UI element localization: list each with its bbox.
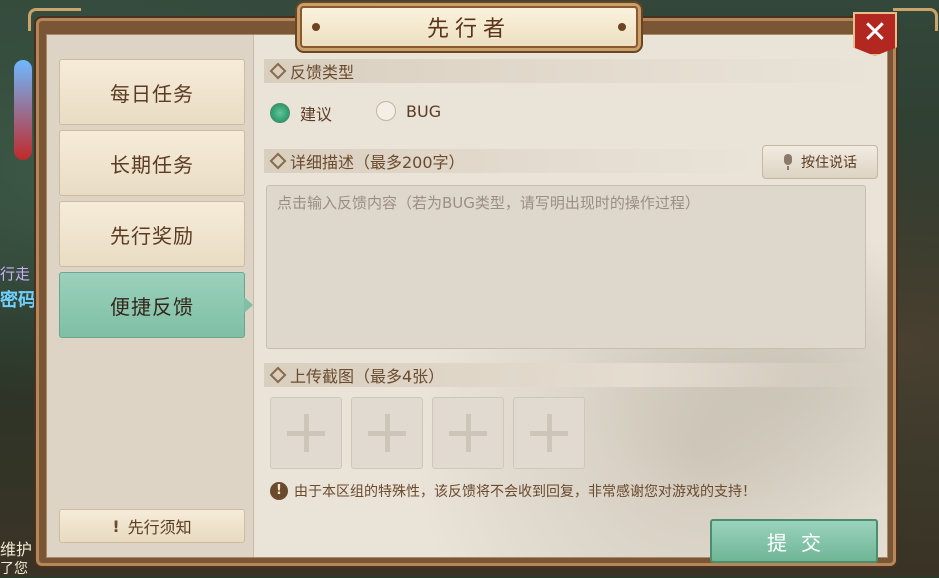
tab-pioneer-rewards[interactable]: 先行奖励 (59, 201, 245, 267)
background-text: 行走 (0, 265, 31, 283)
section-detail: 详细描述（最多200字） (264, 149, 757, 173)
dialog-body: 每日任务 长期任务 先行奖励 便捷反馈 ! 先行须知 反馈类型 建议 BUG 详… (46, 34, 888, 563)
submit-button[interactable]: 提交 (710, 519, 878, 563)
radio-unchecked-icon (376, 101, 396, 121)
title-dot-decoration (618, 23, 626, 31)
radio-label: 建议 (300, 105, 333, 124)
notice-tip: ! 由于本区组的特殊性，该反馈将不会收到回复，非常感谢您对游戏的支持！ (270, 481, 756, 501)
tip-text: 由于本区组的特殊性，该反馈将不会收到回复，非常感谢您对游戏的支持！ (294, 484, 756, 500)
pioneer-notice-button[interactable]: ! 先行须知 (59, 509, 245, 543)
title-plate: 先行者 (300, 6, 638, 48)
info-icon: ! (270, 482, 288, 500)
voice-label: 按住说话 (801, 155, 857, 171)
corner-ornament (893, 8, 938, 31)
page-title: 先行者 (426, 17, 511, 42)
title-dot-decoration (312, 23, 320, 31)
close-button[interactable]: ✕ (853, 12, 897, 56)
notice-label: 先行须知 (127, 518, 192, 537)
section-upload: 上传截图（最多4张） (264, 363, 877, 387)
radio-checked-icon (270, 103, 290, 123)
diamond-icon (269, 152, 287, 170)
feedback-dialog: 每日任务 长期任务 先行奖励 便捷反馈 ! 先行须知 反馈类型 建议 BUG 详… (36, 18, 896, 566)
upload-slot[interactable] (513, 397, 585, 469)
section-label: 反馈类型 (290, 63, 355, 82)
background-text: 维护 (0, 540, 33, 559)
sidebar: 每日任务 长期任务 先行奖励 便捷反馈 ! 先行须知 (47, 35, 254, 557)
tab-quick-feedback[interactable]: 便捷反馈 (59, 272, 253, 338)
microphone-icon (783, 154, 793, 170)
feedback-textarea[interactable] (266, 185, 866, 349)
diamond-icon (269, 366, 287, 384)
upload-slot[interactable] (270, 397, 342, 469)
section-label: 详细描述（最多200字） (290, 153, 465, 172)
feedback-panel: 反馈类型 建议 BUG 详细描述（最多200字） 按住说话 上传截 (254, 35, 887, 563)
tab-daily-tasks[interactable]: 每日任务 (59, 59, 245, 125)
close-icon: ✕ (862, 15, 888, 50)
section-label: 上传截图（最多4张） (290, 367, 445, 386)
hold-to-talk-button[interactable]: 按住说话 (762, 145, 878, 179)
radio-bug[interactable]: BUG (376, 101, 441, 121)
ornament-decoration (14, 60, 32, 160)
section-feedback-type: 反馈类型 (264, 59, 877, 83)
background-text: 了您 (0, 561, 28, 577)
exclamation-icon: ! (112, 516, 120, 536)
radio-label: BUG (406, 101, 442, 121)
radio-suggestion[interactable]: 建议 (270, 101, 332, 125)
tab-long-term-tasks[interactable]: 长期任务 (59, 130, 245, 196)
upload-slot[interactable] (351, 397, 423, 469)
diamond-icon (269, 62, 287, 80)
upload-slot[interactable] (432, 397, 504, 469)
background-text: 密码 (0, 290, 36, 311)
